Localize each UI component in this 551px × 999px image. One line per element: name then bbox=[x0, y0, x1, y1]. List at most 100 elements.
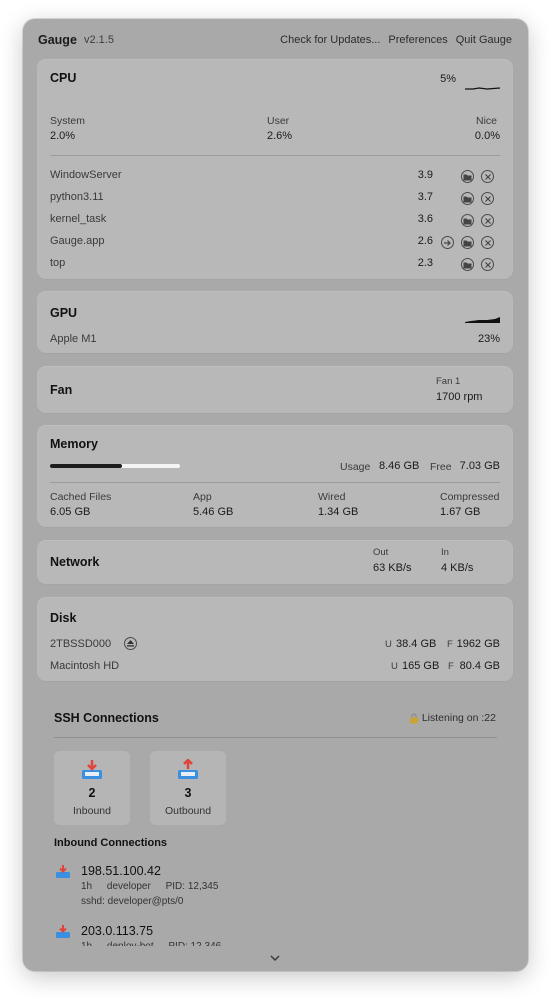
cpu-user-value: 2.6% bbox=[267, 130, 293, 142]
memory-usage-value: 8.46 GB bbox=[379, 460, 420, 472]
cpu-card: CPU 5% System 2.0% User 2.6% Nice 0.0% W… bbox=[38, 60, 512, 278]
fan-card: Fan Fan 1 1700 rpm bbox=[38, 367, 512, 412]
cpu-user-label: User bbox=[267, 115, 290, 127]
ssh-listening-text: Listening on :22 bbox=[421, 712, 496, 724]
titlebar: Gauge v2.1.5 Check for Updates... Prefer… bbox=[23, 19, 528, 59]
cpu-nice-value: 0.0% bbox=[474, 130, 500, 142]
disk-used-label: U bbox=[391, 661, 398, 672]
memory-title: Memory bbox=[50, 437, 98, 451]
memory-divider bbox=[50, 482, 500, 483]
connection-pid: PID: 12,345 bbox=[165, 881, 219, 892]
memory-usage-bar bbox=[50, 464, 180, 468]
fan-value: 1700 rpm bbox=[436, 391, 483, 403]
disk-free-value: 80.4 GB bbox=[459, 660, 500, 672]
disk-drive-name: Macintosh HD bbox=[50, 660, 120, 672]
app-version: v2.1.5 bbox=[84, 34, 114, 46]
process-cpu-value: 2.3 bbox=[417, 257, 433, 269]
memory-card: Memory Usage 8.46 GB Free 7.03 GB Cached… bbox=[38, 426, 512, 526]
process-cpu-value: 3.9 bbox=[417, 169, 433, 181]
close-icon[interactable] bbox=[481, 236, 494, 249]
memory-wired-label: Wired bbox=[318, 491, 346, 503]
ssh-inbound-count: 2 bbox=[88, 786, 96, 800]
ssh-outbound-count: 3 bbox=[184, 786, 192, 800]
network-out-value: 63 KB/s bbox=[373, 562, 412, 574]
fan-label: Fan 1 bbox=[436, 376, 461, 387]
ssh-listening-status: Listening on :22 bbox=[409, 712, 496, 724]
network-out-label: Out bbox=[373, 547, 389, 558]
ssh-inbound-tile[interactable]: 2 Inbound bbox=[54, 751, 130, 825]
eject-icon[interactable] bbox=[124, 637, 137, 650]
quit-button[interactable]: Quit Gauge bbox=[456, 34, 512, 46]
memory-wired-value: 1.34 GB bbox=[318, 506, 359, 518]
network-title: Network bbox=[50, 555, 100, 569]
chevron-down-icon[interactable] bbox=[268, 953, 282, 963]
process-cpu-value: 2.6 bbox=[417, 235, 433, 247]
folder-icon[interactable] bbox=[461, 236, 474, 249]
connection-ip[interactable]: 203.0.113.75 bbox=[81, 924, 153, 938]
cpu-divider bbox=[50, 155, 500, 156]
process-cpu-value: 3.6 bbox=[417, 213, 433, 225]
cpu-system-value: 2.0% bbox=[50, 130, 76, 142]
disk-drive-name: 2TBSSD000 bbox=[50, 638, 112, 650]
fan-title: Fan bbox=[50, 383, 73, 397]
connection-ip[interactable]: 198.51.100.42 bbox=[81, 864, 161, 878]
network-in-label: In bbox=[441, 547, 449, 558]
process-name: top bbox=[50, 257, 66, 269]
cpu-system-label: System bbox=[50, 115, 86, 127]
close-icon[interactable] bbox=[481, 258, 494, 271]
gpu-name: Apple M1 bbox=[50, 333, 97, 345]
connection-command: sshd: developer@pts/0 bbox=[81, 896, 184, 907]
gpu-title: GPU bbox=[50, 306, 78, 320]
memory-app-value: 5.46 GB bbox=[193, 506, 234, 518]
check-updates-button[interactable]: Check for Updates... bbox=[280, 34, 380, 46]
folder-icon[interactable] bbox=[461, 192, 474, 205]
disk-free-label: F bbox=[447, 639, 453, 650]
disk-title: Disk bbox=[50, 611, 77, 625]
close-icon[interactable] bbox=[481, 170, 494, 183]
preferences-button[interactable]: Preferences bbox=[388, 34, 447, 46]
close-icon[interactable] bbox=[481, 192, 494, 205]
cpu-nice-label: Nice bbox=[475, 115, 497, 127]
disk-free-label: F bbox=[448, 661, 454, 672]
ssh-inbound-label: Inbound bbox=[73, 805, 111, 817]
memory-usage-label: Usage bbox=[340, 461, 371, 473]
memory-cached-label: Cached Files bbox=[50, 491, 112, 503]
memory-compressed-value: 1.67 GB bbox=[440, 506, 481, 518]
ssh-divider bbox=[54, 737, 497, 738]
disk-used-value: 38.4 GB bbox=[396, 638, 437, 650]
folder-icon[interactable] bbox=[461, 258, 474, 271]
folder-icon[interactable] bbox=[461, 214, 474, 227]
memory-compressed-label: Compressed bbox=[440, 491, 500, 503]
menu-bar: Check for Updates... Preferences Quit Ga… bbox=[280, 34, 512, 46]
process-name: python3.11 bbox=[50, 191, 104, 203]
inbound-connections-title: Inbound Connections bbox=[54, 837, 168, 849]
gauge-window: Gauge v2.1.5 Check for Updates... Prefer… bbox=[23, 19, 528, 971]
disk-card: Disk 2TBSSD000 U 38.4 GB F 1962 GB Macin… bbox=[38, 598, 512, 680]
cpu-title: CPU bbox=[50, 71, 77, 85]
arrow-right-icon[interactable] bbox=[441, 236, 454, 249]
disk-used-value: 165 GB bbox=[402, 660, 440, 672]
connection-meta: 1h developer PID: 12,345 bbox=[81, 881, 230, 892]
network-card: Network Out 63 KB/s In 4 KB/s bbox=[38, 541, 512, 583]
close-icon[interactable] bbox=[481, 214, 494, 227]
outbound-tray-icon bbox=[178, 759, 198, 779]
ssh-outbound-label: Outbound bbox=[164, 805, 212, 817]
connection-age: 1h bbox=[81, 881, 93, 892]
memory-cached-value: 6.05 GB bbox=[50, 506, 91, 518]
disk-free-value: 1962 GB bbox=[456, 638, 500, 650]
gpu-usage: 23% bbox=[477, 333, 500, 345]
network-in-value: 4 KB/s bbox=[441, 562, 474, 574]
disk-used-label: U bbox=[385, 639, 392, 650]
ssh-outbound-tile[interactable]: 3 Outbound bbox=[150, 751, 226, 825]
process-name: Gauge.app bbox=[50, 235, 105, 247]
memory-free-label: Free bbox=[430, 461, 452, 473]
memory-app-label: App bbox=[193, 491, 212, 503]
gpu-sparkline bbox=[465, 317, 500, 323]
gpu-card: GPU Apple M1 23% bbox=[38, 292, 512, 352]
cpu-sparkline bbox=[465, 87, 500, 90]
folder-icon[interactable] bbox=[461, 170, 474, 183]
inbound-tray-icon bbox=[82, 760, 102, 779]
lock-icon bbox=[409, 712, 418, 723]
inbound-connection-icon bbox=[56, 925, 70, 938]
ssh-title: SSH Connections bbox=[54, 711, 159, 725]
